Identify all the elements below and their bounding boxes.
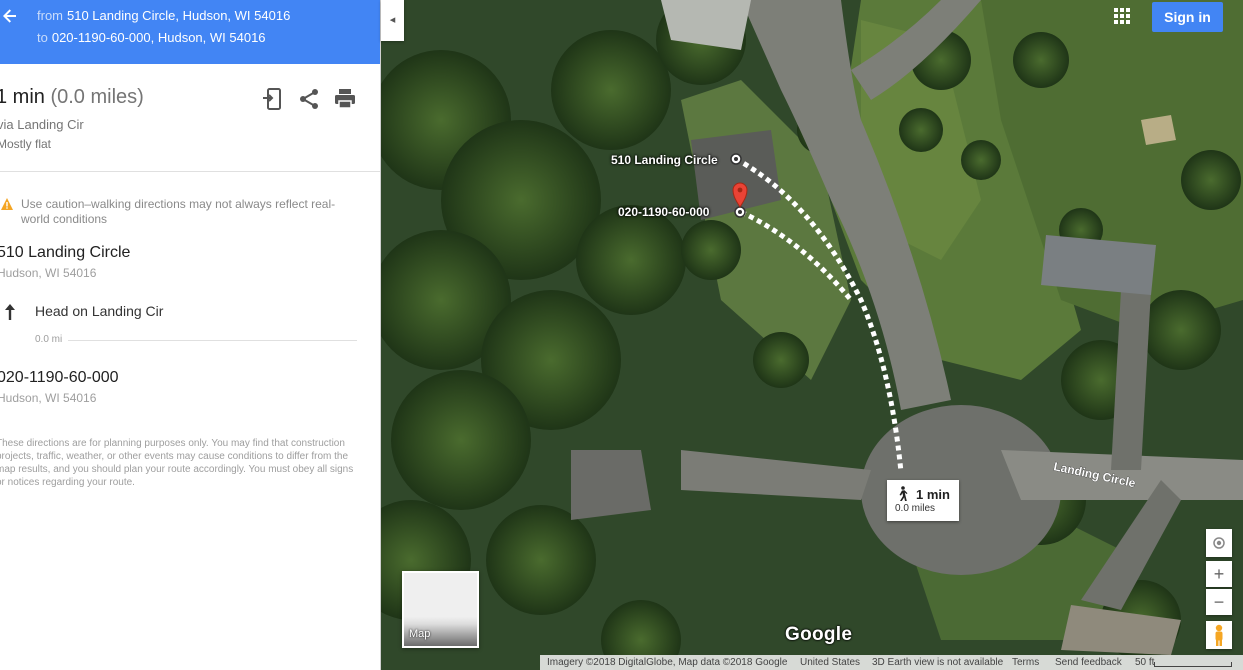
route-terrain: Mostly flat (0, 137, 52, 151)
my-location-icon[interactable] (1206, 529, 1232, 557)
panel-divider (0, 171, 380, 172)
route-summary-time: 1 min (0.0 miles) (0, 86, 144, 109)
destination-marker-dot (738, 210, 742, 214)
map-footer: Imagery ©2018 DigitalGlobe, Map data ©20… (540, 655, 1243, 670)
collapse-panel-button[interactable]: ◂ (381, 0, 404, 41)
scale-label[interactable]: 50 ft (1135, 657, 1154, 668)
terms-link[interactable]: Terms (1012, 657, 1039, 668)
route-via: via Landing Cir (0, 117, 84, 132)
imagery-attribution: Imagery ©2018 DigitalGlobe, Map data ©20… (547, 657, 788, 668)
send-feedback-link[interactable]: Send feedback (1055, 657, 1122, 668)
earth-view-notice: 3D Earth view is not available (872, 657, 1004, 668)
satellite-map[interactable]: Landing Circle (381, 0, 1243, 670)
end-place-name: 020-1190-60-000 (0, 369, 119, 386)
straight-arrow-icon (3, 303, 17, 321)
step-divider (68, 340, 357, 341)
origin-prefix: from (37, 8, 63, 23)
caution-message: Use caution–walking directions may not a… (21, 197, 336, 226)
start-place-name: 510 Landing Circle (0, 244, 131, 261)
google-logo: Google (785, 624, 853, 645)
satellite-imagery: Landing Circle (381, 0, 1243, 670)
route-callout[interactable]: 1 min 0.0 miles (887, 480, 959, 521)
route-origin[interactable]: from 510 Landing Circle, Hudson, WI 54016 (37, 8, 290, 23)
route-distance: (0.0 miles) (50, 86, 144, 108)
map-type-label: Map (409, 628, 431, 640)
print-icon[interactable] (332, 86, 358, 112)
route-header: from 510 Landing Circle, Hudson, WI 54016… (0, 0, 380, 64)
origin-address: 510 Landing Circle, Hudson, WI 54016 (67, 8, 291, 23)
end-place-address: Hudson, WI 54016 (0, 391, 97, 405)
origin-map-label: 510 Landing Circle (611, 153, 718, 167)
origin-marker-dot (734, 157, 738, 161)
sign-in-button[interactable]: Sign in (1152, 2, 1223, 32)
route-duration: 1 min (0, 86, 45, 108)
share-icon[interactable] (296, 86, 322, 112)
destination-prefix: to (37, 30, 48, 45)
back-arrow-icon[interactable] (0, 6, 22, 30)
route-destination[interactable]: to 020-1190-60-000, Hudson, WI 54016 (37, 30, 266, 45)
map-type-toggle[interactable]: Map (402, 571, 479, 648)
send-to-device-icon[interactable] (260, 86, 286, 112)
pegman-icon[interactable] (1206, 621, 1232, 649)
scale-bar (1154, 662, 1232, 667)
warning-icon (0, 197, 16, 213)
start-place-address: Hudson, WI 54016 (0, 266, 97, 280)
directions-disclaimer: These directions are for planning purpos… (0, 438, 354, 488)
zoom-out-button[interactable]: − (1206, 589, 1232, 615)
country-label[interactable]: United States (800, 657, 860, 668)
destination-map-label: 020-1190-60-000 (618, 205, 710, 219)
directions-panel: from 510 Landing Circle, Hudson, WI 54016… (0, 0, 381, 670)
apps-grid-icon[interactable] (1110, 4, 1134, 28)
walking-person-icon (896, 486, 908, 502)
direction-step-text[interactable]: Head on Landing Cir (35, 303, 163, 319)
callout-distance: 0.0 miles (895, 503, 936, 514)
zoom-in-button[interactable]: + (1206, 561, 1232, 587)
direction-step-distance: 0.0 mi (35, 334, 63, 345)
destination-address: 020-1190-60-000, Hudson, WI 54016 (51, 30, 266, 45)
callout-duration: 1 min (916, 487, 950, 502)
